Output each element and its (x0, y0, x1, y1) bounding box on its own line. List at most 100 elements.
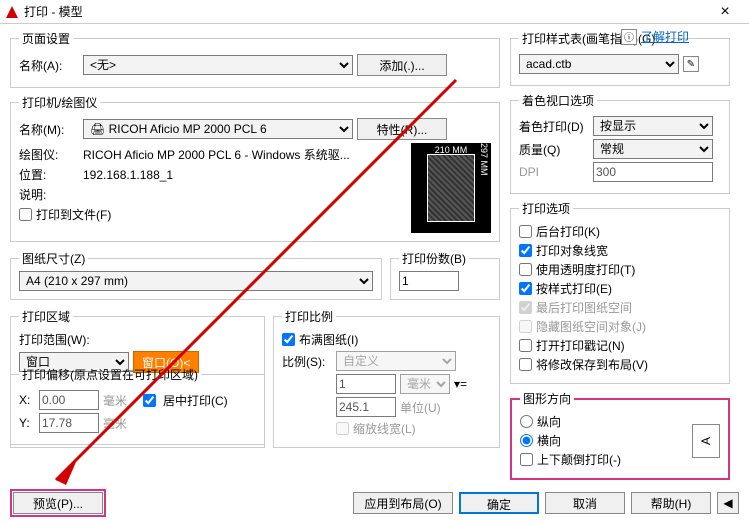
quality-select[interactable]: 常规 (593, 139, 713, 159)
offset-x-input[interactable] (39, 390, 99, 410)
scale-label: 比例(S): (282, 353, 332, 370)
opt-paperspace-last-checkbox (519, 301, 532, 314)
paper-size-legend: 图纸尺寸(Z) (19, 250, 88, 267)
offset-x-label: X: (19, 393, 35, 407)
pagesetup-name-select[interactable]: <无> (83, 55, 353, 75)
scale-unit2-label: 单位(U) (400, 399, 441, 416)
plot-scale-group: 打印比例 布满图纸(I) 比例(S):自定义 毫米 ▾= 单位(U) 缩放线宽(L… (273, 308, 500, 448)
opt-save-changes-checkbox[interactable] (519, 358, 532, 371)
portrait-label: 纵向 (537, 413, 561, 430)
plot-to-file-checkbox[interactable] (19, 208, 32, 221)
opt-plot-stamp-label: 打开打印戳记(N) (536, 337, 625, 354)
plot-options-group: 打印选项 后台打印(K) 打印对象线宽 使用透明度打印(T) 按样式打印(E) … (510, 200, 730, 384)
opt-plot-stamp-checkbox[interactable] (519, 339, 532, 352)
plot-options-legend: 打印选项 (519, 200, 573, 217)
dpi-label: DPI (519, 165, 589, 179)
cancel-button[interactable]: 取消 (545, 492, 625, 514)
opt-plotstyles-checkbox[interactable] (519, 282, 532, 295)
dpi-input (593, 162, 713, 182)
location-value: 192.168.1.188_1 (83, 168, 173, 182)
scale-unit2-input[interactable] (336, 397, 396, 417)
copies-input[interactable] (399, 271, 459, 291)
center-plot-label: 居中打印(C) (163, 392, 228, 409)
opt-lineweights-checkbox[interactable] (519, 244, 532, 257)
plot-to-file-label: 打印到文件(F) (36, 206, 111, 223)
orientation-legend: 图形方向 (520, 390, 574, 407)
bottom-button-bar: 预览(P)... 应用到布局(O) 确定 取消 帮助(H) ◀ (0, 489, 749, 517)
plot-offset-legend: 打印偏移(原点设置在可打印区域) (19, 366, 201, 383)
printer-props-button[interactable]: 特性(R)... (357, 118, 447, 140)
location-label: 位置: (19, 166, 79, 183)
fit-to-paper-checkbox[interactable] (282, 333, 295, 346)
opt-lineweights-label: 打印对象线宽 (536, 242, 608, 259)
paper-height-label: 297 MM (479, 143, 489, 233)
pagesetup-name-label: 名称(A): (19, 57, 79, 74)
plotter-value: RICOH Aficio MP 2000 PCL 6 - Windows 系统驱… (83, 146, 350, 163)
help-button[interactable]: 帮助(H) (631, 492, 711, 514)
upside-down-label: 上下颠倒打印(-) (537, 451, 621, 468)
scale-unit1-select[interactable]: 毫米 (400, 374, 450, 394)
titlebar: 打印 - 模型 × (0, 0, 749, 24)
preview-button[interactable]: 预览(P)... (13, 492, 103, 514)
shade-plot-label: 着色打印(D) (519, 118, 589, 135)
learn-print-link[interactable]: 了解打印 (641, 28, 689, 45)
shaded-viewport-legend: 着色视口选项 (519, 92, 597, 109)
fit-to-paper-label: 布满图纸(I) (299, 331, 358, 348)
shade-plot-select[interactable]: 按显示 (593, 116, 713, 136)
copies-group: 打印份数(B) (390, 250, 500, 300)
offset-y-label: Y: (19, 416, 35, 430)
paper-preview: 210 MM 297 MM (411, 143, 491, 233)
opt-background-checkbox[interactable] (519, 225, 532, 238)
scale-select[interactable]: 自定义 (336, 351, 456, 371)
plot-style-select[interactable]: acad.ctb (519, 54, 679, 74)
window-title: 打印 - 模型 (24, 3, 705, 20)
opt-transparency-label: 使用透明度打印(T) (536, 261, 635, 278)
opt-hide-paperspace-label: 隐藏图纸空间对象(J) (536, 318, 646, 335)
paper-size-group: 图纸尺寸(Z) A4 (210 x 297 mm) (10, 250, 382, 300)
what-to-plot-label: 打印范围(W): (19, 331, 256, 348)
opt-plotstyles-label: 按样式打印(E) (536, 280, 612, 297)
paper-size-select[interactable]: A4 (210 x 297 mm) (19, 271, 373, 291)
add-pagesetup-button[interactable]: 添加(.)... (357, 54, 447, 76)
page-setup-group: 页面设置 名称(A): <无> 添加(.)... (10, 30, 500, 88)
scale-eq-icon: ▾= (454, 377, 467, 391)
scale-lineweights-checkbox (336, 422, 349, 435)
landscape-radio[interactable] (520, 434, 533, 447)
landscape-label: 横向 (537, 432, 561, 449)
description-label: 说明: (19, 186, 79, 203)
page-setup-legend: 页面设置 (19, 30, 73, 47)
orientation-group: 图形方向 纵向 横向 上下颠倒打印(-) A (510, 390, 730, 480)
opt-paperspace-last-label: 最后打印图纸空间 (536, 299, 632, 316)
printer-name-select[interactable]: 🖨 RICOH Aficio MP 2000 PCL 6 (83, 119, 353, 139)
shaded-viewport-group: 着色视口选项 着色打印(D)按显示 质量(Q)常规 DPI (510, 92, 730, 194)
printer-legend: 打印机/绘图仪 (19, 94, 100, 111)
plotter-label: 绘图仪: (19, 146, 79, 163)
opt-hide-paperspace-checkbox (519, 320, 532, 333)
opt-background-label: 后台打印(K) (536, 223, 600, 240)
apply-to-layout-button[interactable]: 应用到布局(O) (353, 492, 453, 514)
plot-scale-legend: 打印比例 (282, 308, 336, 325)
plot-area-legend: 打印区域 (19, 308, 73, 325)
upside-down-checkbox[interactable] (520, 453, 533, 466)
portrait-radio[interactable] (520, 415, 533, 428)
app-logo-icon (4, 4, 20, 20)
quality-label: 质量(Q) (519, 141, 589, 158)
offset-x-mm: 毫米 (103, 392, 127, 409)
center-plot-checkbox[interactable] (143, 394, 156, 407)
offset-y-input[interactable] (39, 413, 99, 433)
paper-shape-icon (427, 154, 475, 222)
ok-button[interactable]: 确定 (459, 492, 539, 514)
scale-lineweights-label: 缩放线宽(L) (353, 420, 416, 437)
expand-button[interactable]: ◀ (717, 492, 739, 514)
orientation-icon: A (692, 424, 720, 458)
opt-save-changes-label: 将修改保存到布局(V) (536, 356, 648, 373)
scale-unit1-input[interactable] (336, 374, 396, 394)
offset-y-mm: 毫米 (103, 415, 127, 432)
plot-style-edit-icon[interactable]: ✎ (683, 56, 699, 72)
opt-transparency-checkbox[interactable] (519, 263, 532, 276)
learn-print-link-wrap: ⓘ 了解打印 (621, 28, 689, 45)
info-icon: ⓘ (621, 29, 637, 45)
close-icon[interactable]: × (705, 3, 745, 21)
copies-legend: 打印份数(B) (399, 250, 469, 267)
printer-group: 打印机/绘图仪 名称(M): 🖨 RICOH Aficio MP 2000 PC… (10, 94, 500, 242)
